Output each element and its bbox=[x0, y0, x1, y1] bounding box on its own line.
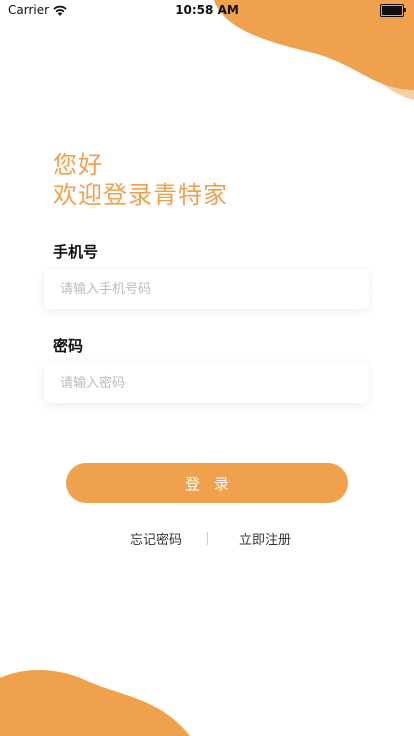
login-button[interactable]: 登录 bbox=[66, 463, 348, 503]
phone-input[interactable] bbox=[44, 269, 369, 309]
greeting-welcome: 欢迎登录青特家 bbox=[53, 181, 228, 209]
login-screen: Carrier 10:58 AM 您好 欢迎登录青特家 手机号 密码 登录 忘记… bbox=[0, 0, 414, 736]
greeting: 您好 欢迎登录青特家 bbox=[53, 150, 228, 210]
status-bar: Carrier 10:58 AM bbox=[0, 0, 414, 22]
battery-fill bbox=[382, 6, 402, 15]
battery-icon bbox=[380, 4, 406, 17]
decorative-blob-bottom bbox=[0, 669, 190, 736]
links-divider bbox=[207, 532, 208, 545]
password-input[interactable] bbox=[44, 363, 369, 403]
auth-links: 忘记密码 立即注册 bbox=[0, 529, 414, 549]
phone-label: 手机号 bbox=[53, 243, 99, 261]
password-input-container bbox=[44, 363, 369, 403]
password-label: 密码 bbox=[53, 337, 84, 355]
battery-nub bbox=[404, 8, 406, 12]
greeting-hello: 您好 bbox=[53, 151, 103, 179]
status-time: 10:58 AM bbox=[175, 3, 239, 17]
forgot-password-link[interactable]: 忘记密码 bbox=[130, 529, 182, 548]
register-link[interactable]: 立即注册 bbox=[239, 529, 291, 548]
phone-input-container bbox=[44, 269, 369, 309]
